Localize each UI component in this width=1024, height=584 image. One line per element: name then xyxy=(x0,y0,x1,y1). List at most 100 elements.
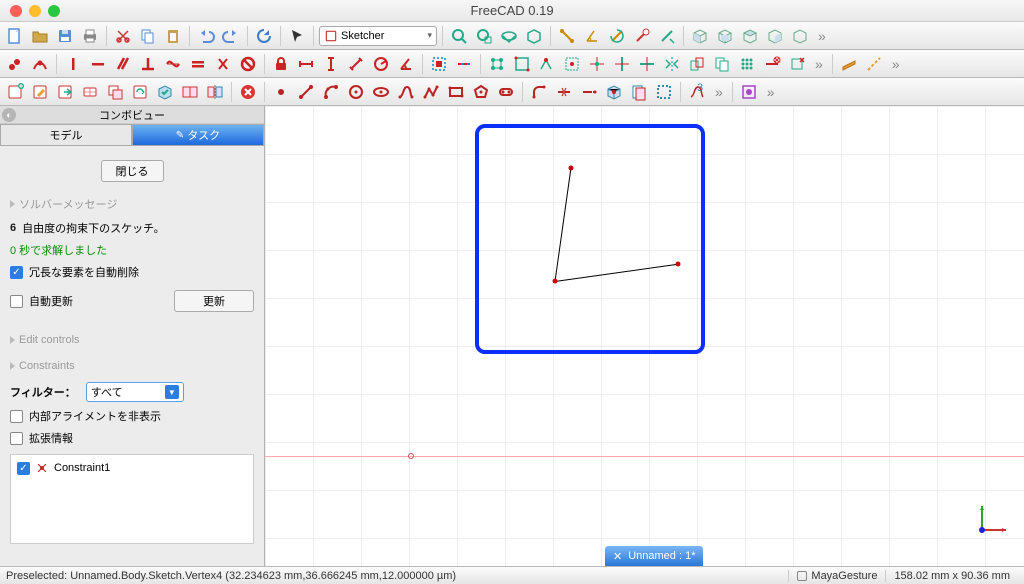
measure-refresh-button[interactable] xyxy=(606,25,628,47)
constrain-vertical-distance-button[interactable] xyxy=(320,53,342,75)
constrain-symmetric-button[interactable] xyxy=(212,53,234,75)
toolbar-overflow-3[interactable]: » xyxy=(888,56,904,72)
measure-toggle-button[interactable] xyxy=(656,25,678,47)
constrain-angle-button[interactable] xyxy=(395,53,417,75)
create-conic-button[interactable] xyxy=(370,81,392,103)
toggle-construction-geom-button[interactable] xyxy=(653,81,675,103)
auto-delete-redundant-checkbox[interactable]: ✓ xyxy=(10,266,23,279)
constrain-distance-button[interactable] xyxy=(345,53,367,75)
measure-clear-button[interactable] xyxy=(631,25,653,47)
toolbar-overflow-2[interactable]: » xyxy=(811,56,827,72)
auto-update-checkbox[interactable] xyxy=(10,295,23,308)
constrain-radius-button[interactable] xyxy=(370,53,392,75)
hide-internal-alignment-checkbox[interactable] xyxy=(10,410,23,423)
zoom-selection-button[interactable] xyxy=(473,25,495,47)
section-edit-controls[interactable]: Edit controls xyxy=(10,334,254,346)
new-sketch-button[interactable] xyxy=(4,81,26,103)
delete-geometry-button[interactable] xyxy=(786,53,808,75)
datum-line-button[interactable] xyxy=(863,53,885,75)
create-bspline-button[interactable] xyxy=(395,81,417,103)
constrain-horizontal-button[interactable] xyxy=(87,53,109,75)
measure-distance-button[interactable] xyxy=(556,25,578,47)
save-document-button[interactable] xyxy=(54,25,76,47)
constraint-item[interactable]: ✓ Constraint1 xyxy=(15,459,249,477)
create-polygon-button[interactable] xyxy=(470,81,492,103)
copy-button[interactable] xyxy=(137,25,159,47)
constrain-tangent-button[interactable] xyxy=(162,53,184,75)
undo-button[interactable] xyxy=(195,25,217,47)
connect-edges-button[interactable] xyxy=(536,53,558,75)
workbench-selector[interactable]: Sketcher ▾ xyxy=(319,26,437,46)
reorient-sketch-button[interactable] xyxy=(129,81,151,103)
sketch-vertex-1[interactable] xyxy=(553,279,558,284)
carbon-copy-button[interactable] xyxy=(628,81,650,103)
create-arc-button[interactable] xyxy=(320,81,342,103)
open-document-button[interactable] xyxy=(29,25,51,47)
edit-sketch-button[interactable] xyxy=(29,81,51,103)
leave-sketch-button[interactable] xyxy=(54,81,76,103)
new-document-button[interactable] xyxy=(4,25,26,47)
delete-constraints-button[interactable] xyxy=(761,53,783,75)
constrain-horizontal-distance-button[interactable] xyxy=(295,53,317,75)
refresh-button[interactable] xyxy=(253,25,275,47)
measure-angle-button[interactable] xyxy=(581,25,603,47)
select-vertical-axis-button[interactable] xyxy=(611,53,633,75)
zoom-fit-button[interactable] xyxy=(448,25,470,47)
mirror-sketch-button[interactable] xyxy=(204,81,226,103)
create-circle-button[interactable] xyxy=(345,81,367,103)
switch-virtual-space-button[interactable] xyxy=(738,81,760,103)
merge-sketch-button[interactable] xyxy=(179,81,201,103)
toolbar-overflow-5[interactable]: » xyxy=(763,84,779,100)
select-dof-button[interactable] xyxy=(486,53,508,75)
map-sketch-button[interactable] xyxy=(104,81,126,103)
constrain-vertical-button[interactable] xyxy=(62,53,84,75)
task-close-button[interactable]: 閉じる xyxy=(101,160,164,182)
tab-model[interactable]: モデル xyxy=(0,124,132,146)
select-horizontal-axis-button[interactable] xyxy=(636,53,658,75)
toggle-construction-button[interactable] xyxy=(428,53,450,75)
update-button[interactable]: 更新 xyxy=(174,290,254,312)
show-hide-bspline-degree-button[interactable]: 3 xyxy=(686,81,708,103)
validate-sketch-button[interactable] xyxy=(154,81,176,103)
panel-menu-button[interactable]: ◐ xyxy=(2,108,16,122)
view-right-button[interactable] xyxy=(764,25,786,47)
close-tab-button[interactable]: ✕ xyxy=(613,550,622,563)
view-rear-button[interactable] xyxy=(789,25,811,47)
toggle-driving-button[interactable] xyxy=(453,53,475,75)
clone-button[interactable] xyxy=(686,53,708,75)
create-slot-button[interactable] xyxy=(495,81,517,103)
constrain-parallel-button[interactable] xyxy=(112,53,134,75)
constrain-lock-button[interactable] xyxy=(270,53,292,75)
trim-edge-button[interactable] xyxy=(553,81,575,103)
nav-style[interactable]: MayaGesture xyxy=(788,570,885,582)
constrain-block-button[interactable] xyxy=(237,53,259,75)
constrain-perpendicular-button[interactable] xyxy=(137,53,159,75)
rectangular-array-button[interactable] xyxy=(736,53,758,75)
create-line-button[interactable] xyxy=(295,81,317,103)
cut-button[interactable] xyxy=(112,25,134,47)
copy-sketch-button[interactable] xyxy=(711,53,733,75)
toolbar-overflow-4[interactable]: » xyxy=(711,84,727,100)
print-button[interactable] xyxy=(79,25,101,47)
constrain-coincident-button[interactable] xyxy=(4,53,26,75)
toolbar-overflow-1[interactable]: » xyxy=(814,28,830,44)
constraint-visibility-checkbox[interactable]: ✓ xyxy=(17,462,30,475)
view-isometric-button[interactable] xyxy=(689,25,711,47)
datum-plane-button[interactable] xyxy=(838,53,860,75)
3d-view[interactable]: ✕ Unnamed : 1* xyxy=(265,106,1024,566)
close-shape-button[interactable] xyxy=(511,53,533,75)
create-point-button[interactable] xyxy=(270,81,292,103)
external-geometry-button[interactable] xyxy=(603,81,625,103)
view-sketch-button[interactable] xyxy=(79,81,101,103)
bounding-box-button[interactable] xyxy=(523,25,545,47)
create-fillet-button[interactable] xyxy=(528,81,550,103)
sketch-vertex-3[interactable] xyxy=(676,262,681,267)
cursor-button[interactable] xyxy=(286,25,308,47)
constrain-equal-button[interactable] xyxy=(187,53,209,75)
tab-task[interactable]: ✎タスク xyxy=(132,124,264,146)
redo-button[interactable] xyxy=(220,25,242,47)
section-solver-messages[interactable]: ソルバーメッセージ xyxy=(10,196,254,212)
document-tab[interactable]: ✕ Unnamed : 1* xyxy=(605,546,703,566)
select-origin-button[interactable] xyxy=(586,53,608,75)
symmetry-button[interactable] xyxy=(661,53,683,75)
